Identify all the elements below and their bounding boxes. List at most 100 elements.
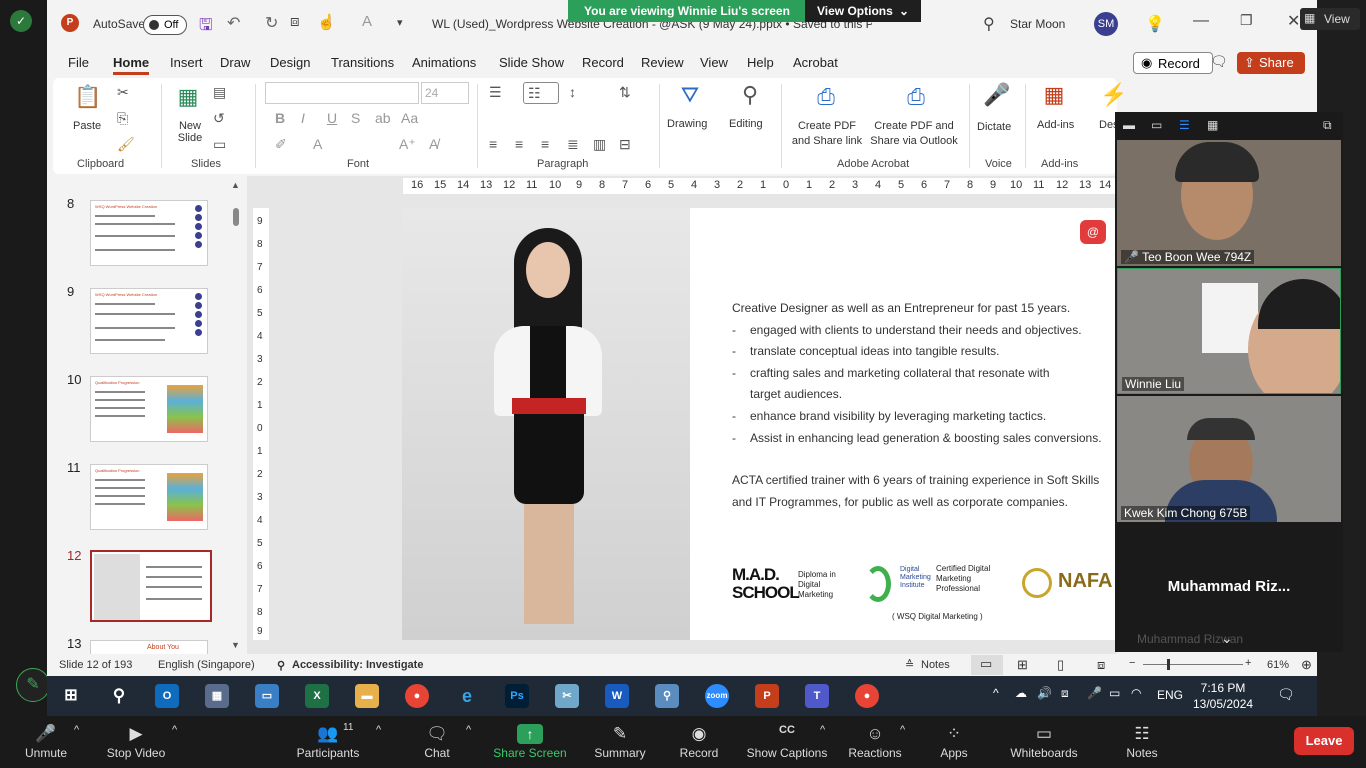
copy-icon[interactable]: ⎘ (117, 110, 128, 127)
excel-icon[interactable]: X (305, 684, 329, 708)
restore-icon[interactable]: ❐ (1240, 12, 1253, 29)
font-size-select[interactable]: 24 (421, 82, 469, 104)
change-case-icon[interactable]: Aa (401, 110, 418, 126)
view-button[interactable]: ▦ View (1300, 8, 1360, 30)
designer-icon[interactable]: ⚡ (1099, 82, 1129, 108)
accessibility-icon[interactable]: ⚲ (277, 659, 285, 672)
zoom-slider[interactable] (1143, 664, 1243, 665)
microphone-tray-icon[interactable]: 🎤 (1087, 686, 1102, 700)
leave-button[interactable]: Leave (1294, 727, 1354, 755)
reading-view-icon[interactable]: ▯ (1057, 657, 1064, 673)
tab-slide-show[interactable]: Slide Show (499, 55, 564, 70)
slide-thumbnail[interactable]: Qualification Progression (90, 464, 208, 530)
close-icon[interactable]: ✕ (1287, 11, 1300, 31)
text-direction-icon[interactable]: ⇅ (619, 84, 631, 101)
caret-up-icon[interactable]: ^ (376, 724, 381, 736)
snipping-tool-icon[interactable]: ✂ (555, 684, 579, 708)
slide-thumbnail[interactable]: WSQ WordPress Website Creation (90, 288, 208, 354)
notes-icon[interactable]: ≙ (905, 658, 914, 671)
drawing-button[interactable]: Drawing (667, 118, 707, 130)
tab-animations[interactable]: Animations (412, 55, 476, 70)
caret-up-icon[interactable]: ^ (900, 724, 905, 736)
present-icon[interactable]: ⧈ (290, 13, 300, 30)
share-screen-button[interactable]: ↑ Share Screen (492, 716, 568, 768)
shield-icon[interactable]: ✓ (10, 10, 32, 32)
tab-review[interactable]: Review (641, 55, 684, 70)
bullets-icon[interactable]: ☰ (489, 84, 502, 101)
notes-button[interactable]: ☷ Notes (1120, 716, 1164, 768)
summary-button[interactable]: ✎ Summary (590, 716, 650, 768)
windows-start-icon[interactable]: ⊞ (59, 684, 83, 708)
reactions-button[interactable]: ☺ Reactions (846, 716, 904, 768)
tab-view[interactable]: View (700, 55, 728, 70)
editing-icon[interactable]: ⚲ (733, 82, 767, 108)
format-painter-icon[interactable]: 🖌 (117, 136, 135, 153)
scrollbar-thumb[interactable] (233, 208, 239, 226)
whiteboards-button[interactable]: ▭ Whiteboards (1008, 716, 1080, 768)
tab-transitions[interactable]: Transitions (331, 55, 394, 70)
zoom-app-icon[interactable]: zoom (705, 684, 729, 708)
battery-icon[interactable]: ▭ (1109, 686, 1120, 700)
align-text-icon[interactable]: ⊟ (619, 136, 631, 153)
strikethrough-icon[interactable]: S (351, 110, 360, 126)
caret-up-icon[interactable]: ^ (172, 724, 177, 736)
record-meeting-button[interactable]: ◉ Record (674, 716, 724, 768)
align-right-icon[interactable]: ≡ (541, 136, 549, 152)
reset-icon[interactable]: ↺ (213, 110, 225, 127)
calculator-icon[interactable]: ▦ (205, 684, 229, 708)
tab-insert[interactable]: Insert (170, 55, 203, 70)
slide-thumbnail[interactable]: About You (90, 640, 208, 654)
highlight-icon[interactable]: ✐ (275, 136, 287, 153)
chevron-down-icon[interactable]: ⌄ (1221, 630, 1233, 647)
minimize-panel-icon[interactable]: ▬ (1123, 118, 1135, 132)
drawing-icon[interactable]: ⛛ (673, 82, 707, 108)
tab-home[interactable]: Home (113, 55, 150, 75)
zoom-in-icon[interactable]: + (1245, 657, 1251, 669)
bold-icon[interactable]: B (275, 110, 285, 126)
paste-icon[interactable]: 📋 (71, 84, 105, 110)
share-button[interactable]: ⇪ Share (1237, 52, 1305, 74)
numbering-button[interactable]: ☷ (523, 82, 559, 104)
cut-icon[interactable]: ✂ (117, 84, 129, 101)
autosave-toggle[interactable]: Off (143, 15, 187, 35)
minimize-icon[interactable]: — (1193, 12, 1209, 30)
slide-thumbnail[interactable]: WSQ WordPress Website Creation (90, 200, 208, 266)
word-icon[interactable]: W (605, 684, 629, 708)
accessibility-status[interactable]: Accessibility: Investigate (292, 659, 423, 671)
save-icon[interactable]: 🖫 (199, 14, 213, 41)
character-spacing-icon[interactable]: ab (375, 110, 391, 126)
new-slide-icon[interactable]: ▦ (171, 84, 205, 110)
volume-icon[interactable]: 🔊 (1037, 686, 1052, 700)
caret-up-icon[interactable]: ^ (466, 724, 471, 736)
notes-button[interactable]: Notes (921, 659, 950, 671)
cloud-icon[interactable]: ☁ (1015, 686, 1027, 700)
photoshop-icon[interactable]: Ps (505, 684, 529, 708)
customize-qat-icon[interactable]: ▾ (397, 16, 403, 29)
paste-button[interactable]: Paste (73, 120, 101, 132)
undo-icon[interactable]: ↶ (227, 13, 240, 33)
show-captions-button[interactable]: CC Show Captions (744, 716, 830, 768)
microphone-icon[interactable]: 🎤 (983, 82, 1011, 108)
magnifier-icon[interactable]: ⚲ (655, 684, 679, 708)
font-color-icon[interactable]: A (313, 136, 322, 152)
tab-file[interactable]: File (68, 55, 89, 70)
teams-icon[interactable]: T (805, 684, 829, 708)
lightbulb-icon[interactable]: 💡 (1145, 14, 1165, 34)
file-explorer-icon[interactable]: ▬ (355, 684, 379, 708)
outlook-icon[interactable]: O (155, 684, 179, 708)
caret-up-icon[interactable]: ^ (820, 724, 825, 736)
tab-design[interactable]: Design (270, 55, 310, 70)
annotate-pen-icon[interactable]: ✎ (16, 668, 50, 702)
tab-record[interactable]: Record (582, 55, 624, 70)
participant-video-active-speaker[interactable]: Winnie Liu (1117, 268, 1341, 394)
dictate-button[interactable]: Dictate (977, 121, 1011, 133)
slide-sorter-icon[interactable]: ⊞ (1017, 657, 1028, 673)
wifi-icon[interactable]: ◠ (1131, 686, 1141, 700)
search-icon[interactable]: ⚲ (983, 14, 995, 34)
speaker-view-icon[interactable]: ☰ (1179, 118, 1190, 132)
notifications-icon[interactable]: 🗨 (1277, 686, 1295, 703)
addins-button[interactable]: Add-ins (1037, 119, 1074, 131)
language-tray[interactable]: ENG (1157, 688, 1183, 702)
pdf-outlook-icon[interactable]: ⎙ (899, 84, 933, 110)
desktop-icon[interactable]: ▭ (255, 684, 279, 708)
